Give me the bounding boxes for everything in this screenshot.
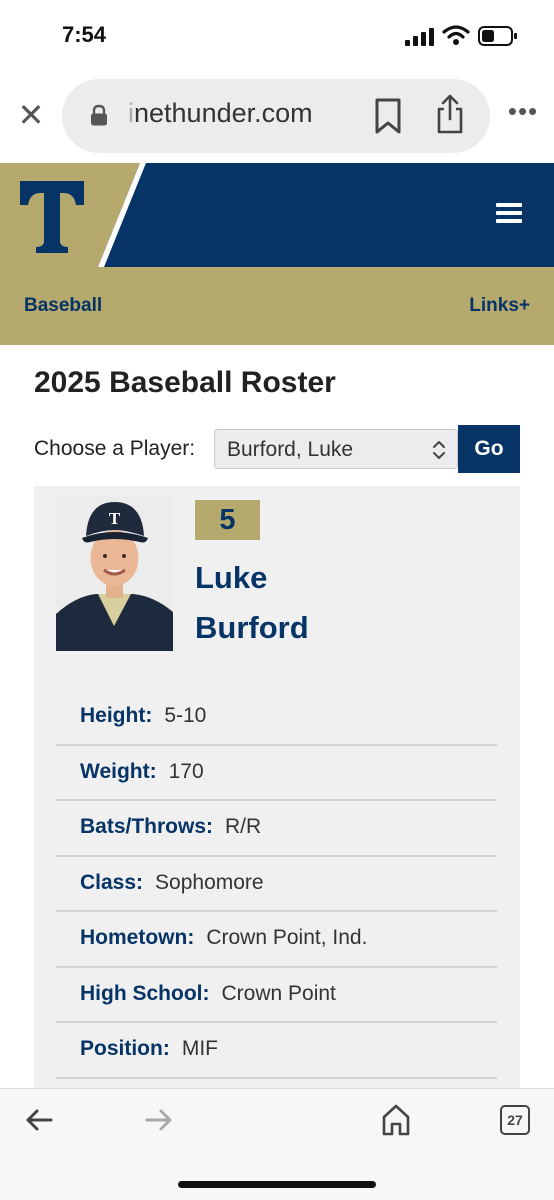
bio-value: Sophomore <box>155 870 264 894</box>
cellular-signal-icon <box>405 28 434 46</box>
forward-arrow-icon[interactable] <box>144 1107 174 1133</box>
bio-value: 170 <box>168 759 204 783</box>
bio-value: Crown Point <box>221 981 336 1005</box>
player-last-name: Burford <box>195 610 309 645</box>
lock-icon <box>91 104 107 126</box>
player-select[interactable]: Burford, Luke <box>214 429 458 469</box>
player-first-name: Luke <box>195 560 268 595</box>
more-options-icon[interactable]: ••• <box>506 96 540 130</box>
nav-baseball-link[interactable]: Baseball <box>24 295 102 317</box>
select-chevron-icon <box>433 441 445 459</box>
bio-value: 5-10 <box>164 704 207 727</box>
bio-row-class: Class: Sophomore <box>56 857 497 912</box>
bio-label: Weight: <box>80 759 157 783</box>
bio-row-bats-throws: Bats/Throws: R/R <box>56 801 497 857</box>
player-select-value: Burford, Luke <box>227 438 354 461</box>
bio-label: Height: <box>80 704 153 727</box>
url-field[interactable]: inethunder.com <box>62 79 490 153</box>
page-title: 2025 Baseball Roster <box>34 366 336 399</box>
team-logo[interactable] <box>16 175 88 257</box>
bio-value: MIF <box>181 1037 218 1060</box>
player-bio-list: Height: 5-10 Weight: 170 Bats/Throws: R/R C… <box>56 690 497 1079</box>
site-header <box>0 163 554 267</box>
close-icon[interactable]: ✕ <box>14 98 48 132</box>
player-photo: T <box>56 496 173 651</box>
sport-nav-bar: Baseball Links+ <box>0 267 554 345</box>
bio-label: Bats/Throws: <box>80 815 214 838</box>
photo-cap-letter: T <box>109 509 121 528</box>
go-button[interactable]: Go <box>458 425 520 473</box>
browser-toolbar: 27 <box>0 1088 554 1200</box>
home-icon[interactable] <box>381 1103 411 1137</box>
bio-value: R/R <box>225 815 262 838</box>
bio-label: Class: <box>80 870 144 894</box>
jersey-number: 5 <box>195 500 260 540</box>
wifi-icon <box>442 25 470 45</box>
status-bar: 7:54 <box>0 0 554 70</box>
choose-player-label: Choose a Player: <box>34 437 196 460</box>
status-time: 7:54 <box>62 22 107 47</box>
nav-links-menu[interactable]: Links+ <box>469 295 530 317</box>
share-icon[interactable] <box>434 93 466 135</box>
player-card: T 5 Luke Burford Height: 5-10 Weight: 170 … <box>34 486 520 1106</box>
bio-row-weight: Weight: 170 <box>56 746 497 801</box>
bio-row-height: Height: 5-10 <box>56 690 497 746</box>
bio-row-high-school: High School: Crown Point <box>56 968 497 1023</box>
url-text: inethunder.com <box>128 98 313 129</box>
bio-label: High School: <box>80 981 210 1005</box>
bio-label: Position: <box>80 1037 170 1060</box>
hamburger-menu-icon[interactable] <box>490 199 528 231</box>
battery-icon <box>478 26 517 46</box>
tab-count-button[interactable]: 27 <box>500 1105 530 1135</box>
bookmark-icon[interactable] <box>372 97 404 135</box>
url-domain-text: nethunder.com <box>134 98 313 128</box>
bio-row-hometown: Hometown: Crown Point, Ind. <box>56 912 497 968</box>
bio-label: Hometown: <box>80 926 195 949</box>
browser-address-bar: ✕ inethunder.com ••• <box>0 70 554 162</box>
bio-value: Crown Point, Ind. <box>206 926 368 949</box>
bio-row-position: Position: MIF <box>56 1023 497 1079</box>
back-arrow-icon[interactable] <box>24 1107 54 1133</box>
home-indicator <box>178 1181 376 1188</box>
